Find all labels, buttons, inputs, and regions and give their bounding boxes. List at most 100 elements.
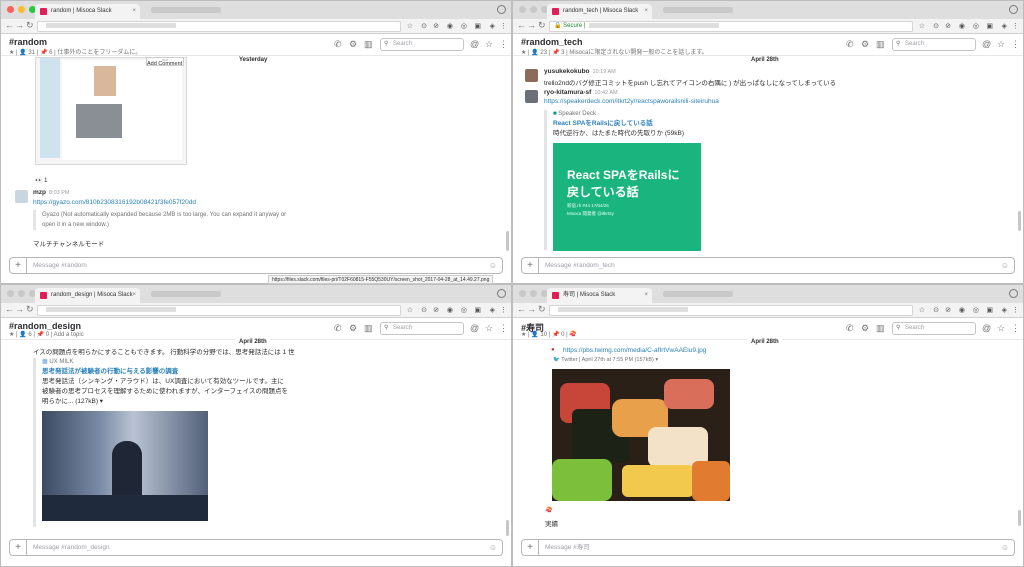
mention-icon[interactable]: @ <box>470 323 479 333</box>
reload-icon[interactable]: ↻ <box>26 20 34 31</box>
extension-icon[interactable]: ◈ <box>490 306 495 314</box>
preview-title[interactable]: 思考発話法が被験者の行動に与える影響の調査 <box>42 367 313 377</box>
gear-icon[interactable]: ⚙ <box>349 323 357 334</box>
extension-icon[interactable]: ⊘ <box>433 22 439 30</box>
profile-icon[interactable] <box>1009 5 1018 14</box>
sidebar-toggle-icon[interactable]: ▥ <box>876 39 885 50</box>
add-file-button[interactable]: + <box>522 258 539 273</box>
avatar[interactable] <box>525 90 538 103</box>
search-input[interactable]: ⚲ Search <box>380 322 464 335</box>
extension-icon[interactable]: ⊙ <box>933 306 939 314</box>
window-controls[interactable] <box>7 6 36 13</box>
profile-icon[interactable] <box>1009 289 1018 298</box>
browser-tab[interactable]: random | Misoca Slack × <box>35 4 140 19</box>
message-link[interactable]: https://speakerdeck.com/itkrt2y/reactspa… <box>544 98 719 105</box>
preview-image[interactable] <box>42 411 208 521</box>
reload-icon[interactable]: ↻ <box>26 304 34 315</box>
browser-tab[interactable]: random_tech | Misoca Slack × <box>547 4 652 19</box>
sidebar-toggle-icon[interactable]: ▥ <box>364 39 373 50</box>
extension-icon[interactable]: ◈ <box>1002 22 1007 30</box>
back-icon[interactable]: ← <box>5 304 14 314</box>
browser-tab[interactable]: random_design | Misoca Slack × <box>35 288 140 303</box>
reload-icon[interactable]: ↻ <box>538 304 546 315</box>
close-tab-icon[interactable]: × <box>644 4 648 19</box>
avatar[interactable] <box>15 190 28 203</box>
reaction-bar[interactable]: 🍣 <box>545 507 552 514</box>
channel-name[interactable]: #random <box>9 37 47 47</box>
mention-icon[interactable]: @ <box>470 39 479 49</box>
back-icon[interactable]: ← <box>517 304 526 314</box>
extension-icon[interactable]: ⊘ <box>945 306 951 314</box>
menu-icon[interactable]: ⋮ <box>1012 306 1019 314</box>
channel-name[interactable]: #random_design <box>9 321 81 331</box>
browser-tab[interactable]: 寿司 | Misoca Slack × <box>547 288 652 303</box>
url-field[interactable]: 🔒 Secure | <box>549 21 913 32</box>
extension-icon[interactable]: ◉ <box>447 306 453 314</box>
avatar[interactable] <box>525 69 538 82</box>
message-composer[interactable]: + Message #random ☺ <box>9 257 503 274</box>
extension-icon[interactable]: ◎ <box>461 22 467 30</box>
extension-icon[interactable]: ◉ <box>959 22 965 30</box>
reload-icon[interactable]: ↻ <box>538 20 546 31</box>
phone-icon[interactable]: ✆ <box>846 323 854 334</box>
extension-icon[interactable]: ▣ <box>474 306 481 314</box>
close-tab-icon[interactable]: × <box>644 288 648 303</box>
bookmark-star-icon[interactable]: ☆ <box>919 306 925 314</box>
extension-icon[interactable]: ◎ <box>973 306 979 314</box>
search-input[interactable]: ⚲ Search <box>892 322 976 335</box>
extension-icon[interactable]: ▣ <box>986 22 993 30</box>
preview-title[interactable]: React SPAをRailsに戻している話 <box>553 119 724 129</box>
extension-icon[interactable]: ⊙ <box>421 22 427 30</box>
url-field[interactable] <box>37 305 401 316</box>
phone-icon[interactable]: ✆ <box>334 323 342 334</box>
add-file-button[interactable]: + <box>10 258 27 273</box>
gear-icon[interactable]: ⚙ <box>861 39 869 50</box>
gear-icon[interactable]: ⚙ <box>349 39 357 50</box>
channel-name[interactable]: #random_tech <box>521 37 583 47</box>
extension-icon[interactable]: ⊙ <box>933 22 939 30</box>
url-field[interactable] <box>37 21 401 32</box>
sushi-photo[interactable] <box>552 369 730 501</box>
bookmark-star-icon[interactable]: ☆ <box>407 306 413 314</box>
extension-icon[interactable]: ⊘ <box>433 306 439 314</box>
menu-icon[interactable]: ⋮ <box>500 306 507 314</box>
extension-icon[interactable]: ⊙ <box>421 306 427 314</box>
emoji-icon[interactable]: ☺ <box>489 258 497 273</box>
back-icon[interactable]: ← <box>5 20 14 30</box>
add-file-button[interactable]: + <box>522 540 539 555</box>
more-icon[interactable]: ⋮ <box>499 39 508 50</box>
message-composer[interactable]: + Message #random_design ☺ <box>9 539 503 556</box>
close-tab-icon[interactable]: × <box>132 288 136 303</box>
slide-image[interactable]: React SPAをRailsに戻している話 新宿.rb #44 17/04/2… <box>553 143 701 251</box>
phone-icon[interactable]: ✆ <box>846 39 854 50</box>
forward-icon[interactable]: → <box>527 20 536 30</box>
forward-icon[interactable]: → <box>15 20 24 30</box>
sidebar-toggle-icon[interactable]: ▥ <box>364 323 373 334</box>
mention-icon[interactable]: @ <box>982 39 991 49</box>
extension-icon[interactable]: ◉ <box>959 306 965 314</box>
search-input[interactable]: ⚲ Search <box>380 38 464 51</box>
phone-icon[interactable]: ✆ <box>334 39 342 50</box>
extension-icon[interactable]: ▣ <box>986 306 993 314</box>
more-icon[interactable]: ⋮ <box>1011 323 1020 334</box>
gear-icon[interactable]: ⚙ <box>861 323 869 334</box>
profile-icon[interactable] <box>497 289 506 298</box>
bookmark-star-icon[interactable]: ☆ <box>919 22 925 30</box>
message-link[interactable]: https://gyazo.com/810b2308316192b08421f3… <box>33 199 196 206</box>
extension-icon[interactable]: ◈ <box>490 22 495 30</box>
emoji-icon[interactable]: ☺ <box>489 540 497 555</box>
search-input[interactable]: ⚲ Search <box>892 38 976 51</box>
extension-icon[interactable]: ⊘ <box>945 22 951 30</box>
extension-icon[interactable]: ▣ <box>474 22 481 30</box>
star-icon[interactable]: ☆ <box>997 39 1005 50</box>
close-tab-icon[interactable]: × <box>132 4 136 19</box>
shared-image[interactable]: ⋯ <box>35 57 187 165</box>
more-icon[interactable]: ⋮ <box>1011 39 1020 50</box>
star-icon[interactable]: ☆ <box>485 323 493 334</box>
window-controls[interactable] <box>519 290 548 297</box>
bookmark-star-icon[interactable]: ☆ <box>407 22 413 30</box>
back-icon[interactable]: ← <box>517 20 526 30</box>
more-icon[interactable]: ⋮ <box>499 323 508 334</box>
star-icon[interactable]: ☆ <box>485 39 493 50</box>
window-controls[interactable] <box>519 6 548 13</box>
